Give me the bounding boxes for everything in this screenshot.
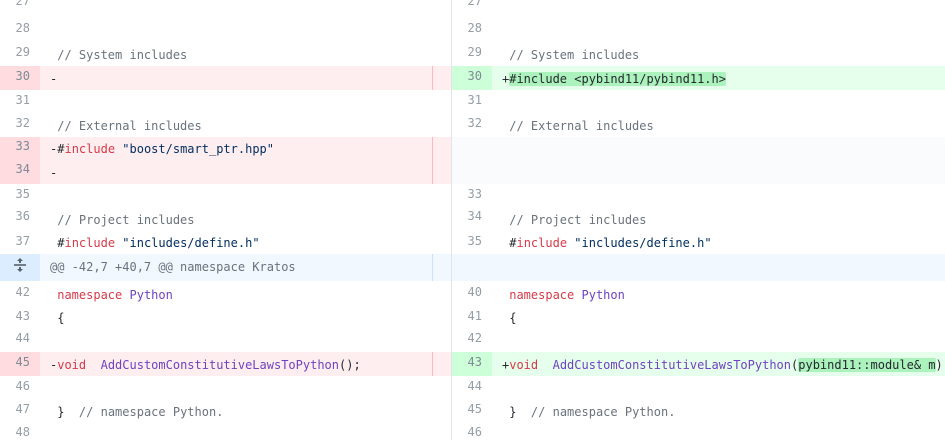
diff-line: 41 {: [452, 305, 945, 328]
code-content: // External includes: [57, 119, 202, 133]
diff-line: 48: [0, 423, 451, 440]
line-number[interactable]: 42: [452, 328, 492, 352]
line-number[interactable]: 46: [0, 376, 40, 399]
code-content: #include "includes/define.h": [57, 236, 260, 250]
diff-line: 31: [0, 90, 451, 114]
diff-line: 35 #include "includes/define.h": [452, 231, 945, 254]
diff-line: 44: [0, 328, 451, 352]
diff-line-added: 43 +void AddCustomConstitutiveLawsToPyth…: [452, 352, 945, 376]
diff-line-deleted: 33 -#include "boost/smart_ptr.hpp": [0, 137, 451, 160]
diff-line: 42 namespace Python: [0, 281, 451, 305]
line-number[interactable]: 35: [0, 184, 40, 207]
word-highlight: pybind11::module& m: [798, 358, 936, 372]
line-number[interactable]: 36: [0, 207, 40, 231]
line-number[interactable]: 43: [452, 352, 492, 376]
split-diff-view: 27 28 29 // System includes 30 - 31 32 /…: [0, 0, 945, 440]
diff-line-deleted: 45 -void AddCustomConstitutiveLawsToPyth…: [0, 352, 451, 376]
line-number[interactable]: 42: [0, 281, 40, 305]
diff-line: 35: [0, 184, 451, 207]
line-number[interactable]: 33: [452, 184, 492, 207]
code-content: -void AddCustomConstitutiveLawsToPython(…: [50, 358, 361, 372]
code-content: #include "includes/define.h": [509, 236, 712, 250]
diff-line: 46: [0, 376, 451, 399]
code-content: {: [57, 311, 65, 325]
code-content: } // namespace Python.: [509, 405, 676, 419]
hunk-header: @@ -42,7 +40,7 @@ namespace Kratos: [0, 254, 451, 281]
line-number[interactable]: 43: [0, 305, 40, 328]
code-content: // System includes: [509, 48, 640, 62]
diff-line: 32 // External includes: [0, 114, 451, 137]
diff-line: 29 // System includes: [452, 42, 945, 66]
line-number[interactable]: 40: [452, 281, 492, 305]
line-number[interactable]: 30: [452, 66, 492, 90]
code-content: // Project includes: [509, 213, 647, 227]
diff-line: 31: [452, 90, 945, 114]
diff-line-empty: [452, 137, 945, 184]
expand-button[interactable]: [0, 254, 40, 281]
line-number[interactable]: 35: [452, 231, 492, 254]
diff-line-deleted: 30 -: [0, 66, 451, 90]
code-content: -#include "boost/smart_ptr.hpp": [50, 142, 274, 156]
line-number[interactable]: 45: [452, 399, 492, 423]
diff-line: 47 } // namespace Python.: [0, 399, 451, 423]
line-number[interactable]: 29: [0, 42, 40, 66]
code-content: // External includes: [509, 119, 654, 133]
code-content: -: [50, 72, 58, 86]
code-content: } // namespace Python.: [57, 405, 224, 419]
line-number[interactable]: 28: [0, 17, 40, 39]
diff-line-added: 30 +#include <pybind11/pybind11.h>: [452, 66, 945, 90]
diff-line: 43 {: [0, 305, 451, 328]
code-content: +#include <pybind11/pybind11.h>: [502, 72, 726, 86]
line-number[interactable]: 30: [0, 66, 40, 90]
line-number[interactable]: 34: [452, 207, 492, 231]
diff-line-deleted: 34 -: [0, 160, 451, 184]
diff-line: 40 namespace Python: [452, 281, 945, 305]
line-number[interactable]: 44: [452, 376, 492, 399]
diff-line: 34 // Project includes: [452, 207, 945, 231]
diff-right-pane: 27 28 29 // System includes 30 +#include…: [451, 0, 945, 440]
code-content: namespace Python: [509, 288, 625, 302]
code-content: namespace Python: [57, 288, 173, 302]
line-number[interactable]: 28: [452, 17, 492, 39]
line-number[interactable]: 32: [0, 114, 40, 137]
diff-line: 46: [452, 423, 945, 440]
line-number[interactable]: 44: [0, 328, 40, 352]
line-number[interactable]: 47: [0, 399, 40, 423]
code-content: +void AddCustomConstitutiveLawsToPython(…: [502, 358, 945, 372]
line-number[interactable]: 31: [452, 90, 492, 114]
hunk-header-text: @@ -42,7 +40,7 @@ namespace Kratos: [50, 260, 296, 274]
hunk-header: [452, 254, 945, 281]
diff-line: 27: [452, 0, 945, 14]
line-number[interactable]: 48: [0, 423, 40, 440]
diff-line: 27: [0, 0, 451, 14]
code-content: {: [509, 311, 517, 325]
line-number[interactable]: 27: [0, 0, 40, 14]
line-number[interactable]: 41: [452, 305, 492, 328]
diff-line: 45 } // namespace Python.: [452, 399, 945, 423]
diff-line: 37 #include "includes/define.h": [0, 231, 451, 254]
diff-line: 28: [452, 17, 945, 39]
diff-line: 29 // System includes: [0, 42, 451, 66]
line-number[interactable]: 31: [0, 90, 40, 114]
code-content: // System includes: [57, 48, 188, 62]
diff-line: 36 // Project includes: [0, 207, 451, 231]
diff-line: 33: [452, 184, 945, 207]
diff-line: 28: [0, 17, 451, 39]
diff-left-pane: 27 28 29 // System includes 30 - 31 32 /…: [0, 0, 451, 440]
unfold-icon: [14, 258, 26, 272]
code-content: -: [50, 166, 58, 180]
word-highlight: #include <pybind11/pybind11.h>: [509, 72, 726, 86]
line-number[interactable]: 37: [0, 231, 40, 254]
line-number[interactable]: 45: [0, 352, 40, 376]
diff-line: 32 // External includes: [452, 114, 945, 137]
line-number[interactable]: 33: [0, 137, 40, 160]
code-content: // Project includes: [57, 213, 195, 227]
diff-line: 44: [452, 376, 945, 399]
diff-line: 42: [452, 328, 945, 352]
line-number[interactable]: 32: [452, 114, 492, 137]
line-number[interactable]: 29: [452, 42, 492, 66]
line-number[interactable]: 46: [452, 423, 492, 440]
line-number[interactable]: 34: [0, 160, 40, 184]
line-number[interactable]: 27: [452, 0, 492, 14]
